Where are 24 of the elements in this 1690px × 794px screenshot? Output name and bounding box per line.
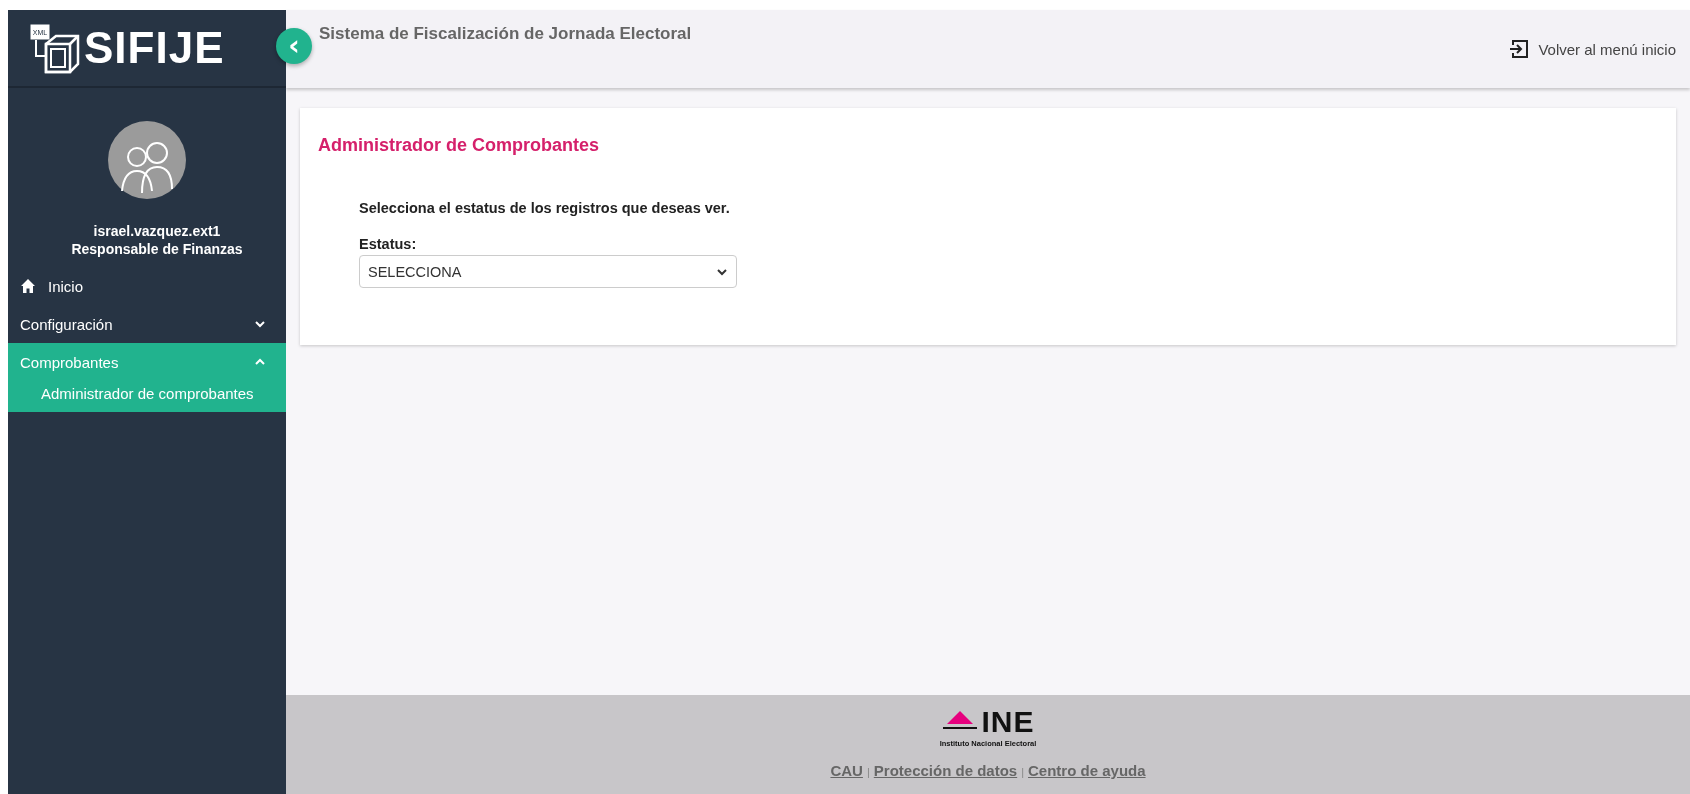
- card-title: Administrador de Comprobantes: [318, 135, 601, 156]
- page-title: Sistema de Fiscalización de Jornada Electoral: [319, 24, 692, 44]
- link-separator: |: [1021, 766, 1025, 778]
- footer-link[interactable]: Protección de datos: [873, 762, 1018, 779]
- home-icon: [20, 278, 36, 294]
- field-label: Estatus:: [359, 236, 418, 252]
- nav-item[interactable]: Inicio: [8, 267, 286, 305]
- chevron-down-icon: [254, 318, 266, 330]
- username: israel.vazquez.ext1: [93, 223, 221, 239]
- footer-link[interactable]: Centro de ayuda: [1028, 762, 1146, 779]
- footer-link[interactable]: CAU: [830, 762, 863, 779]
- nav-subitem[interactable]: Administrador de comprobantes: [8, 381, 286, 412]
- exit-icon: [1508, 38, 1531, 60]
- back-link[interactable]: Volver al menú inicio: [1508, 38, 1676, 60]
- status-select[interactable]: SELECCIONA: [359, 255, 737, 288]
- collapse-button[interactable]: ‹: [276, 28, 312, 64]
- footer-logo-text: INE: [981, 707, 1035, 737]
- instruction-text: Selecciona el estatus de los registros que deseas ver.: [359, 200, 731, 216]
- nav-item[interactable]: Comprobantes: [8, 343, 286, 381]
- avatar-icon: [108, 121, 186, 199]
- nav-item[interactable]: Configuración: [8, 305, 286, 343]
- user-role: Responsable de Finanzas: [71, 241, 243, 257]
- app-logo-text: SIFIJE: [84, 23, 225, 73]
- link-separator: |: [866, 766, 870, 778]
